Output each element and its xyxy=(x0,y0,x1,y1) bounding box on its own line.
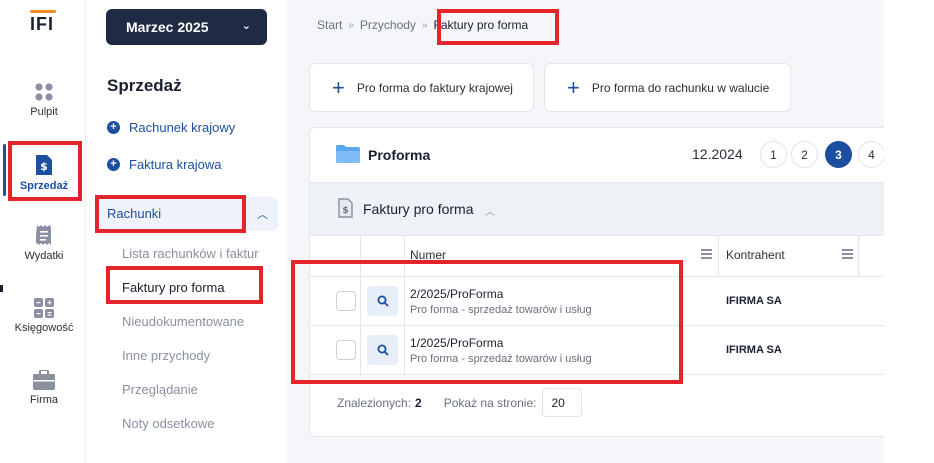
card-title: Proforma xyxy=(368,147,431,163)
logo-text: IFI xyxy=(30,14,54,34)
search-icon xyxy=(377,344,389,356)
page-button-3[interactable]: 3 xyxy=(825,141,852,168)
rail-label: Firma xyxy=(29,394,59,406)
chevron-down-icon: ⌄ xyxy=(241,20,251,32)
rail-active-indicator xyxy=(3,144,6,196)
nav-item-nieudokumentowane[interactable]: Nieudokumentowane xyxy=(122,314,244,329)
table-row[interactable]: 1/2025/ProForma Pro forma - sprzedaż tow… xyxy=(310,326,885,375)
row-checkbox[interactable] xyxy=(336,291,356,311)
add-proforma-foreign-button[interactable]: + Pro forma do rachunku w walucie xyxy=(544,63,791,112)
column-header-number[interactable]: Numer xyxy=(410,248,446,262)
folder-icon xyxy=(336,145,360,163)
chevron-up-icon: ︿ xyxy=(485,207,495,218)
grid-icon xyxy=(35,83,53,101)
breadcrumb-current: Faktury pro forma xyxy=(433,18,529,32)
table-footer: Znalezionych: 2 Pokaż na stronie: 20 xyxy=(337,388,583,417)
edge-mark xyxy=(0,285,3,292)
per-page-select[interactable]: 20 xyxy=(542,388,583,417)
table-header xyxy=(310,235,885,277)
button-label: Pro forma do rachunku w walucie xyxy=(591,80,770,95)
bottom-spacer xyxy=(287,437,884,463)
rail-item-wydatki[interactable]: Wydatki xyxy=(8,208,80,268)
section-title: Sprzedaż xyxy=(107,76,182,95)
main-content: Start » Przychody » Faktury pro forma + … xyxy=(287,0,885,463)
nav-group-rachunki[interactable]: Rachunki ︿ xyxy=(98,197,278,231)
button-label: Pro forma do faktury krajowej xyxy=(356,80,513,95)
plus-icon: + xyxy=(332,74,345,100)
per-page-value: 20 xyxy=(551,395,565,410)
briefcase-icon xyxy=(33,370,55,390)
subsection-title: Faktury pro forma xyxy=(363,201,474,217)
breadcrumb-separator: » xyxy=(421,19,428,31)
search-icon xyxy=(377,295,389,307)
column-divider xyxy=(858,235,859,277)
per-page-label: Pokaż na stronie: xyxy=(443,395,537,410)
rail-label: Pulpit xyxy=(30,106,58,118)
link-label: Rachunek krajowy xyxy=(129,120,236,135)
rail-item-pulpit[interactable]: Pulpit xyxy=(8,64,80,124)
proforma-card: Proforma 12.2024 1 2 3 4 $ Faktury pro f… xyxy=(309,127,885,437)
period-label: 12.2024 xyxy=(692,146,743,162)
page-button-1[interactable]: 1 xyxy=(760,141,787,168)
right-margin xyxy=(884,0,934,463)
rail-item-ksiegowosc[interactable]: Księgowość xyxy=(8,280,80,340)
receipt-icon xyxy=(36,225,51,245)
link-label: Faktura krajowa xyxy=(129,157,222,172)
breadcrumb-separator: » xyxy=(348,19,354,31)
plus-icon: + xyxy=(567,74,580,100)
preview-button[interactable] xyxy=(367,335,398,365)
page-button-2[interactable]: 2 xyxy=(791,141,818,168)
month-selector[interactable]: Marzec 2025 ⌄ xyxy=(106,9,267,45)
invoice-dollar-icon: $ xyxy=(36,155,52,175)
plus-circle-icon: + xyxy=(107,158,120,171)
breadcrumb-przychody[interactable]: Przychody xyxy=(360,18,416,32)
calculator-icon xyxy=(34,298,54,318)
plus-circle-icon: + xyxy=(107,121,120,134)
app-rail: IFI Pulpit $ Sprzedaż Wydatki Księgowość… xyxy=(0,0,86,463)
breadcrumb: Start » Przychody » Faktury pro forma xyxy=(317,18,528,32)
nav-item-faktury-pro-forma[interactable]: Faktury pro forma xyxy=(122,280,225,295)
contractor-name: IFIRMA SA xyxy=(726,295,782,307)
invoice-description: Pro forma - sprzedaż towarów i usług xyxy=(410,353,592,365)
rachunek-krajowy-link[interactable]: + Rachunek krajowy xyxy=(107,120,235,135)
chevron-up-icon: ︿ xyxy=(257,209,268,221)
column-header-contractor[interactable]: Kontrahent xyxy=(726,248,785,262)
section-nav: Marzec 2025 ⌄ Sprzedaż + Rachunek krajow… xyxy=(87,0,287,463)
column-divider xyxy=(718,235,719,277)
invoice-number[interactable]: 1/2025/ProForma xyxy=(410,336,503,350)
column-menu-icon[interactable] xyxy=(842,249,853,261)
month-label: Marzec 2025 xyxy=(126,19,209,35)
column-menu-icon[interactable] xyxy=(701,249,712,261)
app-logo[interactable]: IFI xyxy=(30,10,56,35)
page-button-4[interactable]: 4 xyxy=(858,141,885,168)
preview-button[interactable] xyxy=(367,286,398,316)
document-dollar-icon: $ xyxy=(338,198,353,218)
faktura-krajowa-link[interactable]: + Faktura krajowa xyxy=(107,157,221,172)
rail-label: Księgowość xyxy=(14,322,74,334)
nav-item-noty-odsetkowe[interactable]: Noty odsetkowe xyxy=(122,416,215,431)
group-label: Rachunki xyxy=(107,206,162,221)
nav-item-lista-rachunkow[interactable]: Lista rachunków i faktur xyxy=(122,246,259,261)
invoice-description: Pro forma - sprzedaż towarów i usług xyxy=(410,304,592,316)
svg-text:$: $ xyxy=(342,206,348,216)
found-count: 2 xyxy=(415,395,422,410)
rail-item-sprzedaz[interactable]: $ Sprzedaż xyxy=(8,138,80,198)
row-checkbox[interactable] xyxy=(336,340,356,360)
rail-label: Sprzedaż xyxy=(19,180,69,192)
breadcrumb-start[interactable]: Start xyxy=(317,18,342,32)
rail-label: Wydatki xyxy=(24,250,64,262)
add-proforma-domestic-button[interactable]: + Pro forma do faktury krajowej xyxy=(309,63,534,112)
table-row[interactable]: 2/2025/ProForma Pro forma - sprzedaż tow… xyxy=(310,277,885,326)
nav-item-inne-przychody[interactable]: Inne przychody xyxy=(122,348,210,363)
rail-item-firma[interactable]: Firma xyxy=(8,352,80,412)
nav-item-przegladanie[interactable]: Przeglądanie xyxy=(122,382,198,397)
logo-accent-bar xyxy=(30,10,56,13)
found-label: Znalezionych: xyxy=(337,395,412,410)
subsection-header[interactable]: $ Faktury pro forma ︿ xyxy=(310,182,885,235)
svg-text:$: $ xyxy=(40,160,48,173)
card-header: Proforma 12.2024 1 2 3 4 xyxy=(310,128,885,182)
invoice-number[interactable]: 2/2025/ProForma xyxy=(410,287,503,301)
contractor-name: IFIRMA SA xyxy=(726,344,782,356)
